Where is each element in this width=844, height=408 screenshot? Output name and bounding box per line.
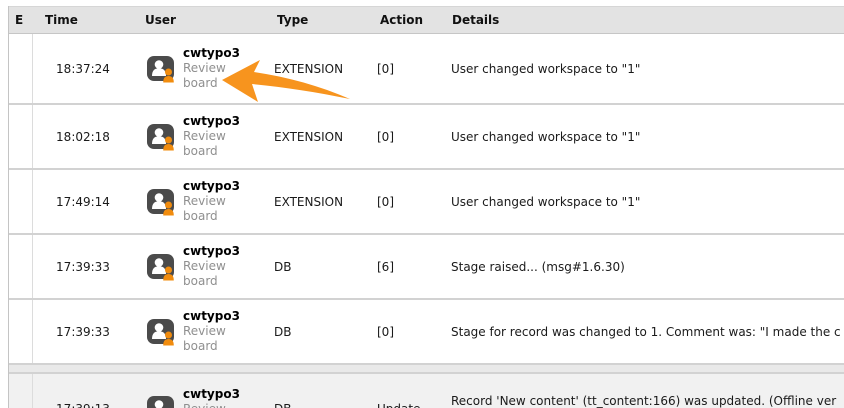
log-type: DB [265,402,368,408]
log-time: 18:37:24 [33,62,133,76]
table-row: 18:02:18 cwtypo3 Review board EXTENSION … [9,105,844,170]
user-label: cwtypo3 Review board [183,179,240,224]
backend-user-icon [146,252,176,282]
log-type: EXTENSION [265,62,368,76]
backend-user-icon [146,394,176,408]
log-details: Stage raised... (msg#1.6.30) [440,259,844,275]
details-line: User changed workspace to "1" [451,61,844,77]
details-line: Stage raised... (msg#1.6.30) [451,259,844,275]
log-user-cell: cwtypo3 Review board [133,244,265,289]
user-login: cwtypo3 [183,244,240,259]
user-realname: Review board [183,129,235,159]
log-type: EXTENSION [265,130,368,144]
user-label: cwtypo3 Review board [183,114,240,159]
column-header-action: Action [368,13,440,27]
user-login: cwtypo3 [183,114,240,129]
backend-user-icon [146,122,176,152]
log-details: User changed workspace to "1" [440,61,844,77]
log-user-cell: cwtypo3 Review board [133,114,265,159]
user-login: cwtypo3 [183,46,240,61]
group-divider [9,365,844,374]
table-header-row: E Time User Type Action Details [9,6,844,34]
details-line: User changed workspace to "1" [451,194,844,210]
user-realname: Review board [183,324,235,354]
log-details: Record 'New content' (tt_content:166) wa… [440,393,844,408]
log-action: [0] [368,195,440,209]
table-row: 17:49:14 cwtypo3 Review board EXTENSION … [9,170,844,235]
error-cell [9,170,33,233]
error-cell [9,34,33,103]
error-cell [9,105,33,168]
error-cell [9,300,33,363]
column-header-error: E [9,13,33,27]
error-cell [9,235,33,298]
table-row: 17:39:13 cwtypo3 Review board DB Update … [9,374,844,408]
column-header-time: Time [33,13,133,27]
table-row: 17:39:33 cwtypo3 Review board DB [6] Sta… [9,235,844,300]
log-time: 17:39:13 [33,402,133,408]
admin-log-table: E Time User Type Action Details 18:37:24… [8,6,844,408]
user-realname: Review board [183,402,235,408]
column-header-type: Type [265,13,368,27]
backend-user-icon [146,317,176,347]
table-row: 17:39:33 cwtypo3 Review board DB [0] Sta… [9,300,844,365]
log-time: 18:02:18 [33,130,133,144]
user-login: cwtypo3 [183,179,240,194]
log-action: [6] [368,260,440,274]
user-label: cwtypo3 Review board [183,46,240,91]
log-type: EXTENSION [265,195,368,209]
log-module-view: E Time User Type Action Details 18:37:24… [0,0,844,408]
column-header-user: User [133,13,265,27]
log-type: DB [265,325,368,339]
user-label: cwtypo3 Review board [183,244,240,289]
user-label: cwtypo3 Review board [183,387,240,408]
table-row: 18:37:24 cwtypo3 Review board EXTENSION … [9,34,844,105]
user-realname: Review board [183,61,235,91]
log-action: [0] [368,325,440,339]
user-realname: Review board [183,259,235,289]
log-type: DB [265,260,368,274]
column-header-details: Details [440,13,844,27]
log-time: 17:39:33 [33,325,133,339]
log-action: [0] [368,130,440,144]
log-user-cell: cwtypo3 Review board [133,46,265,91]
user-login: cwtypo3 [183,387,240,402]
backend-user-icon [146,187,176,217]
log-details: Stage for record was changed to 1. Comme… [440,324,844,340]
log-action: [0] [368,62,440,76]
log-user-cell: cwtypo3 Review board [133,309,265,354]
log-action: Update [368,402,440,408]
log-time: 17:39:33 [33,260,133,274]
user-login: cwtypo3 [183,309,240,324]
log-details: User changed workspace to "1" [440,194,844,210]
table-body: 18:37:24 cwtypo3 Review board EXTENSION … [9,34,844,408]
log-details: User changed workspace to "1" [440,129,844,145]
details-line: Record 'New content' (tt_content:166) wa… [451,393,844,408]
log-time: 17:49:14 [33,195,133,209]
error-cell [9,374,33,408]
log-user-cell: cwtypo3 Review board [133,387,265,408]
user-realname: Review board [183,194,235,224]
log-user-cell: cwtypo3 Review board [133,179,265,224]
backend-user-icon [146,54,176,84]
details-line: Stage for record was changed to 1. Comme… [451,324,844,340]
user-label: cwtypo3 Review board [183,309,240,354]
details-line: User changed workspace to "1" [451,129,844,145]
